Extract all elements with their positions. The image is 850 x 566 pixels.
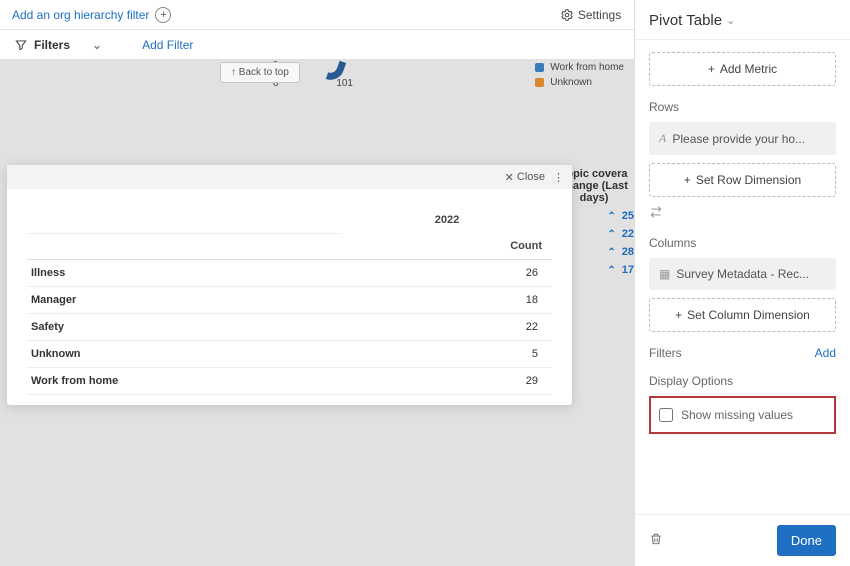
plus-icon: + xyxy=(708,62,715,76)
set-col-label: Set Column Dimension xyxy=(687,308,810,322)
done-button[interactable]: Done xyxy=(777,525,836,556)
kebab-icon[interactable]: ⋮ xyxy=(553,171,564,184)
show-missing-values-option[interactable]: Show missing values xyxy=(649,396,836,434)
plus-icon: + xyxy=(675,308,682,322)
swap-axes-button[interactable] xyxy=(649,205,836,222)
add-filter-link[interactable]: Add Filter xyxy=(142,38,193,52)
column-count: Count xyxy=(342,233,552,260)
set-row-dimension-button[interactable]: + Set Row Dimension xyxy=(649,163,836,197)
table-row: Safety22 xyxy=(27,314,552,341)
table-row: Work from home29 xyxy=(27,368,552,395)
shuffle-icon xyxy=(649,205,663,219)
pivot-table: 2022 Count Illness26 Manager18 Safety22 … xyxy=(27,207,552,395)
org-filter-label: Add an org hierarchy filter xyxy=(12,8,149,22)
panel-title-dropdown[interactable]: Pivot Table ⌄ xyxy=(635,0,850,40)
panel-title-label: Pivot Table xyxy=(649,12,722,29)
show-missing-checkbox[interactable] xyxy=(659,408,673,422)
column-year: 2022 xyxy=(342,207,552,233)
filters-section-label: Filters xyxy=(649,346,682,360)
add-metric-button[interactable]: + Add Metric xyxy=(649,52,836,86)
chevron-down-icon: ⌄ xyxy=(92,38,102,52)
close-label: Close xyxy=(517,171,545,183)
set-row-label: Set Row Dimension xyxy=(696,173,801,187)
plus-circle-icon: + xyxy=(155,7,171,23)
row-chip-label: Please provide your ho... xyxy=(672,132,805,146)
add-filter-link[interactable]: Add xyxy=(815,346,836,360)
display-options-label: Display Options xyxy=(649,374,836,388)
chevron-down-icon: ⌄ xyxy=(726,14,735,27)
filters-dropdown[interactable]: Filters ⌄ xyxy=(14,38,102,52)
col-chip-label: Survey Metadata - Rec... xyxy=(676,267,809,281)
table-row: Unknown5 xyxy=(27,341,552,368)
calendar-icon: ▦ xyxy=(659,267,670,281)
settings-button[interactable]: Settings xyxy=(560,8,621,22)
rows-section-label: Rows xyxy=(649,100,836,114)
add-org-hierarchy-filter[interactable]: Add an org hierarchy filter + xyxy=(12,7,171,23)
row-dimension-chip[interactable]: A Please provide your ho... xyxy=(649,122,836,155)
settings-label: Settings xyxy=(578,8,621,22)
trash-icon xyxy=(649,532,663,546)
set-column-dimension-button[interactable]: + Set Column Dimension xyxy=(649,298,836,332)
filters-label: Filters xyxy=(34,38,70,52)
pivot-preview-modal: ✕ Close ⋮ 2022 Count Illness26 Manager18… xyxy=(7,165,572,405)
show-missing-label: Show missing values xyxy=(681,408,793,422)
close-button[interactable]: ✕ Close xyxy=(505,171,545,184)
delete-button[interactable] xyxy=(649,532,663,550)
columns-section-label: Columns xyxy=(649,236,836,250)
table-row: Illness26 xyxy=(27,260,552,287)
filter-icon xyxy=(14,38,28,52)
text-field-icon: A xyxy=(659,131,666,146)
plus-icon: + xyxy=(684,173,691,187)
table-row: Manager18 xyxy=(27,287,552,314)
add-metric-label: Add Metric xyxy=(720,62,777,76)
config-panel: Pivot Table ⌄ + Add Metric Rows A Please… xyxy=(634,0,850,566)
gear-icon xyxy=(560,8,574,22)
close-icon: ✕ xyxy=(505,171,514,184)
column-dimension-chip[interactable]: ▦ Survey Metadata - Rec... xyxy=(649,258,836,290)
